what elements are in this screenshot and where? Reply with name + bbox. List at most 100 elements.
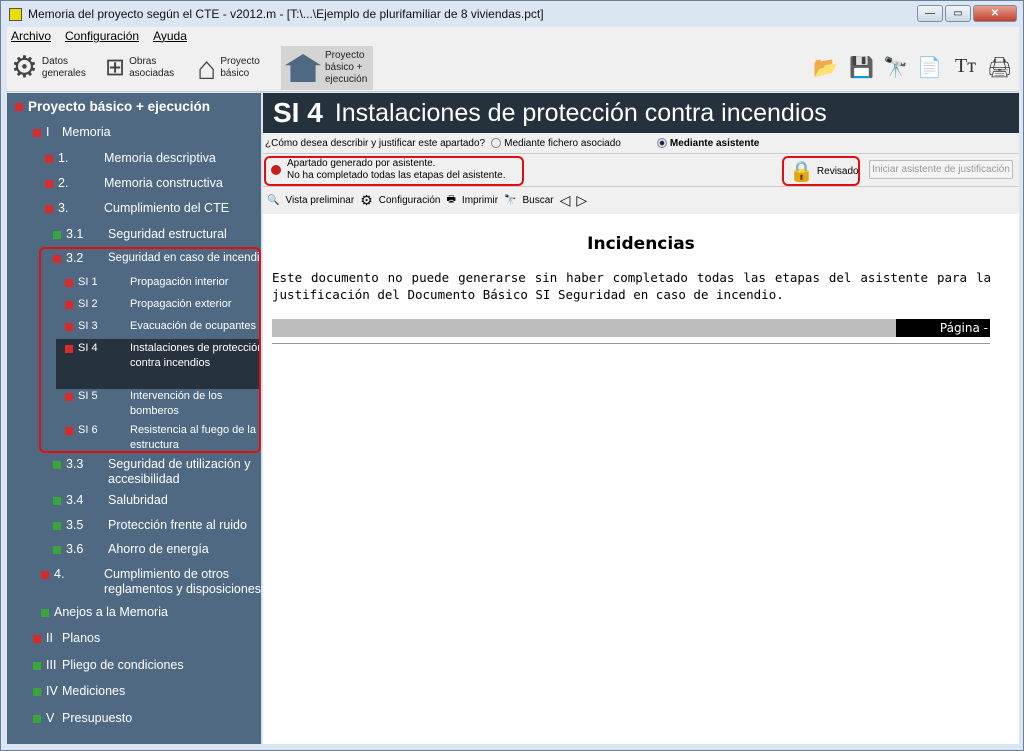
tree-item[interactable]: 3. Cumplimiento del CTE xyxy=(45,201,260,216)
tree-item[interactable]: 3.1 Seguridad estructural xyxy=(53,227,256,242)
tree-item[interactable]: V Presupuesto xyxy=(33,711,230,726)
tree-item-label: Memoria descriptiva xyxy=(104,151,216,165)
tree-item-label: Planos xyxy=(62,631,101,645)
tree-item-number: II xyxy=(46,631,53,645)
tree-item-label: Proyecto básico + ejecución xyxy=(28,99,210,114)
status-square-icon xyxy=(33,662,41,670)
padlock-icon: 🔒 xyxy=(789,161,814,183)
tree-item[interactable]: Proyecto básico + ejecución xyxy=(15,99,248,114)
status-square-icon xyxy=(15,103,23,111)
status-row: Apartado generado por asistente. No ha c… xyxy=(263,153,1019,187)
tree-item[interactable]: 4. Cumplimiento de otros reglamentos y di… xyxy=(41,567,261,597)
status-square-icon xyxy=(41,609,49,617)
section-title: Instalaciones de protección contra incen… xyxy=(334,98,827,127)
print-button[interactable]: Imprimir xyxy=(462,195,498,206)
tree-item-number: 4. xyxy=(54,567,65,581)
tree-item[interactable]: Anejos a la Memoria xyxy=(41,605,214,620)
document-list-icon[interactable]: 📄 xyxy=(917,55,942,80)
tree-item-label: Seguridad de utilización y accesibilidad xyxy=(108,457,251,486)
status-square-icon xyxy=(33,688,41,696)
minimize-button[interactable]: — xyxy=(917,5,943,22)
toolbar-obras-asociadas[interactable]: ⊞ Obras asociadas xyxy=(105,46,175,90)
tree-item-number: 3.5 xyxy=(66,518,84,532)
reviewed-label: Revisado xyxy=(816,166,859,177)
start-wizard-button[interactable]: Iniciar asistente de justificación xyxy=(869,160,1013,179)
status-square-icon xyxy=(33,129,41,137)
radio-asistente[interactable]: Mediante asistente xyxy=(656,137,760,149)
page-footer-bar: Página - xyxy=(272,319,990,337)
tree-item[interactable]: II Planos xyxy=(33,631,230,646)
tree-item[interactable]: 3.3 Seguridad de utilización y accesibili… xyxy=(53,457,258,487)
app-window: Memoria del proyecto según el CTE - v201… xyxy=(0,0,1024,751)
tree-item[interactable]: III Pliego de condiciones xyxy=(33,658,230,673)
next-arrow-icon[interactable]: ▷ xyxy=(576,192,587,209)
font-icon[interactable]: Tт xyxy=(955,55,976,78)
tree-item[interactable]: IV Mediciones xyxy=(33,684,230,699)
section-code: SI 4 xyxy=(273,97,323,128)
status-square-icon xyxy=(33,635,41,643)
status-square-icon xyxy=(41,571,49,579)
status-square-icon xyxy=(53,461,61,469)
printer-icon: 🖶 xyxy=(446,193,456,205)
tree-item[interactable]: 3.4 Salubridad xyxy=(53,493,256,508)
tree-item-number: 3.6 xyxy=(66,542,84,556)
project-tree: Proyecto básico + ejecución I Memoria 1. Mem… xyxy=(7,93,261,744)
tree-item-label: Pliego de condiciones xyxy=(62,658,184,672)
tree-item[interactable]: I Memoria xyxy=(33,125,230,140)
close-button[interactable]: ✕ xyxy=(973,5,1017,22)
tree-item[interactable]: 3.5 Protección frente al ruido xyxy=(53,518,256,533)
document-preview: Incidencias Este documento no puede gene… xyxy=(263,214,1019,744)
tree-item-label: Cumplimiento de otros reglamentos y disp… xyxy=(104,567,261,596)
tree-item-label: Cumplimiento del CTE xyxy=(104,201,230,215)
document-toolbar: 🔍 Vista preliminar ⚙ Configuración 🖶 Imprim… xyxy=(263,187,1019,213)
status-square-icon xyxy=(45,205,53,213)
menu-bar: Archivo Configuración Ayuda xyxy=(7,27,1019,45)
tree-item-label: Protección frente al ruido xyxy=(108,518,247,532)
radio-fichero[interactable]: Mediante fichero asociado xyxy=(491,138,621,149)
tree-item-label: Seguridad estructural xyxy=(108,227,227,241)
content-panel: SI 4 Instalaciones de protección contra i… xyxy=(263,93,1019,744)
divider xyxy=(272,343,990,344)
document-title: Incidencias xyxy=(587,234,695,254)
radio-asistente-label: Mediante asistente xyxy=(669,137,760,149)
tree-item-number: 3.3 xyxy=(66,457,84,471)
method-question: ¿Cómo desea describir y justificar este … xyxy=(265,137,486,149)
section-header: SI 4 Instalaciones de protección contra i… xyxy=(263,93,1019,133)
maximize-button[interactable]: ▭ xyxy=(945,5,971,22)
tree-item-label: Memoria constructiva xyxy=(104,176,223,190)
tree-item-number: 1. xyxy=(58,151,69,165)
binoculars-icon[interactable]: 🔭 xyxy=(883,55,908,80)
method-row: ¿Cómo desea describir y justificar este … xyxy=(263,133,1019,153)
menu-archivo[interactable]: Archivo xyxy=(11,29,51,43)
status-line-1: Apartado generado por asistente. xyxy=(287,158,436,169)
toolbar-proyecto-basico-ejecucion[interactable]: Proyecto básico + ejecución xyxy=(281,46,373,90)
tree-item-number: III xyxy=(46,658,57,672)
search-button[interactable]: Buscar xyxy=(522,195,553,206)
menu-configuracion[interactable]: Configuración xyxy=(65,29,139,43)
menu-ayuda[interactable]: Ayuda xyxy=(153,29,187,43)
window-title: Memoria del proyecto según el CTE - v201… xyxy=(28,7,544,21)
radio-fichero-label: Mediante fichero asociado xyxy=(504,137,621,149)
preview-button[interactable]: Vista preliminar xyxy=(285,195,354,206)
toolbar-datos-generales[interactable]: ⚙ Datos generales xyxy=(11,46,88,90)
open-folder-icon[interactable]: 📂 xyxy=(813,55,838,80)
status-square-icon xyxy=(53,546,61,554)
status-square-icon xyxy=(53,231,61,239)
gear-icon: ⚙ xyxy=(360,191,373,208)
reviewed-toggle[interactable]: 🔒 Revisado xyxy=(789,159,859,184)
previous-arrow-icon[interactable]: ◁ xyxy=(560,192,571,209)
tree-item-number: V xyxy=(46,711,55,725)
configuration-button[interactable]: Configuración xyxy=(379,195,441,206)
toolbar-proyecto-basico[interactable]: ⌂ Proyecto básico xyxy=(197,46,260,90)
tree-item[interactable]: 1. Memoria descriptiva xyxy=(45,151,260,166)
tree-item-number: 2. xyxy=(58,176,69,190)
tree-item-number: 3.4 xyxy=(66,493,84,507)
save-icon[interactable]: 💾 xyxy=(849,55,874,80)
tree-item-label: Presupuesto xyxy=(62,711,133,725)
main-toolbar: ⚙ Datos generales ⊞ Obras asociadas ⌂ Proye… xyxy=(7,45,1019,92)
tree-item[interactable]: 3.6 Ahorro de energía xyxy=(53,542,256,557)
tree-item[interactable]: 2. Memoria constructiva xyxy=(45,176,260,191)
tree-item-number: IV xyxy=(46,684,58,698)
print-export-icon[interactable]: 🖨 xyxy=(987,55,1012,80)
status-square-icon xyxy=(45,180,53,188)
